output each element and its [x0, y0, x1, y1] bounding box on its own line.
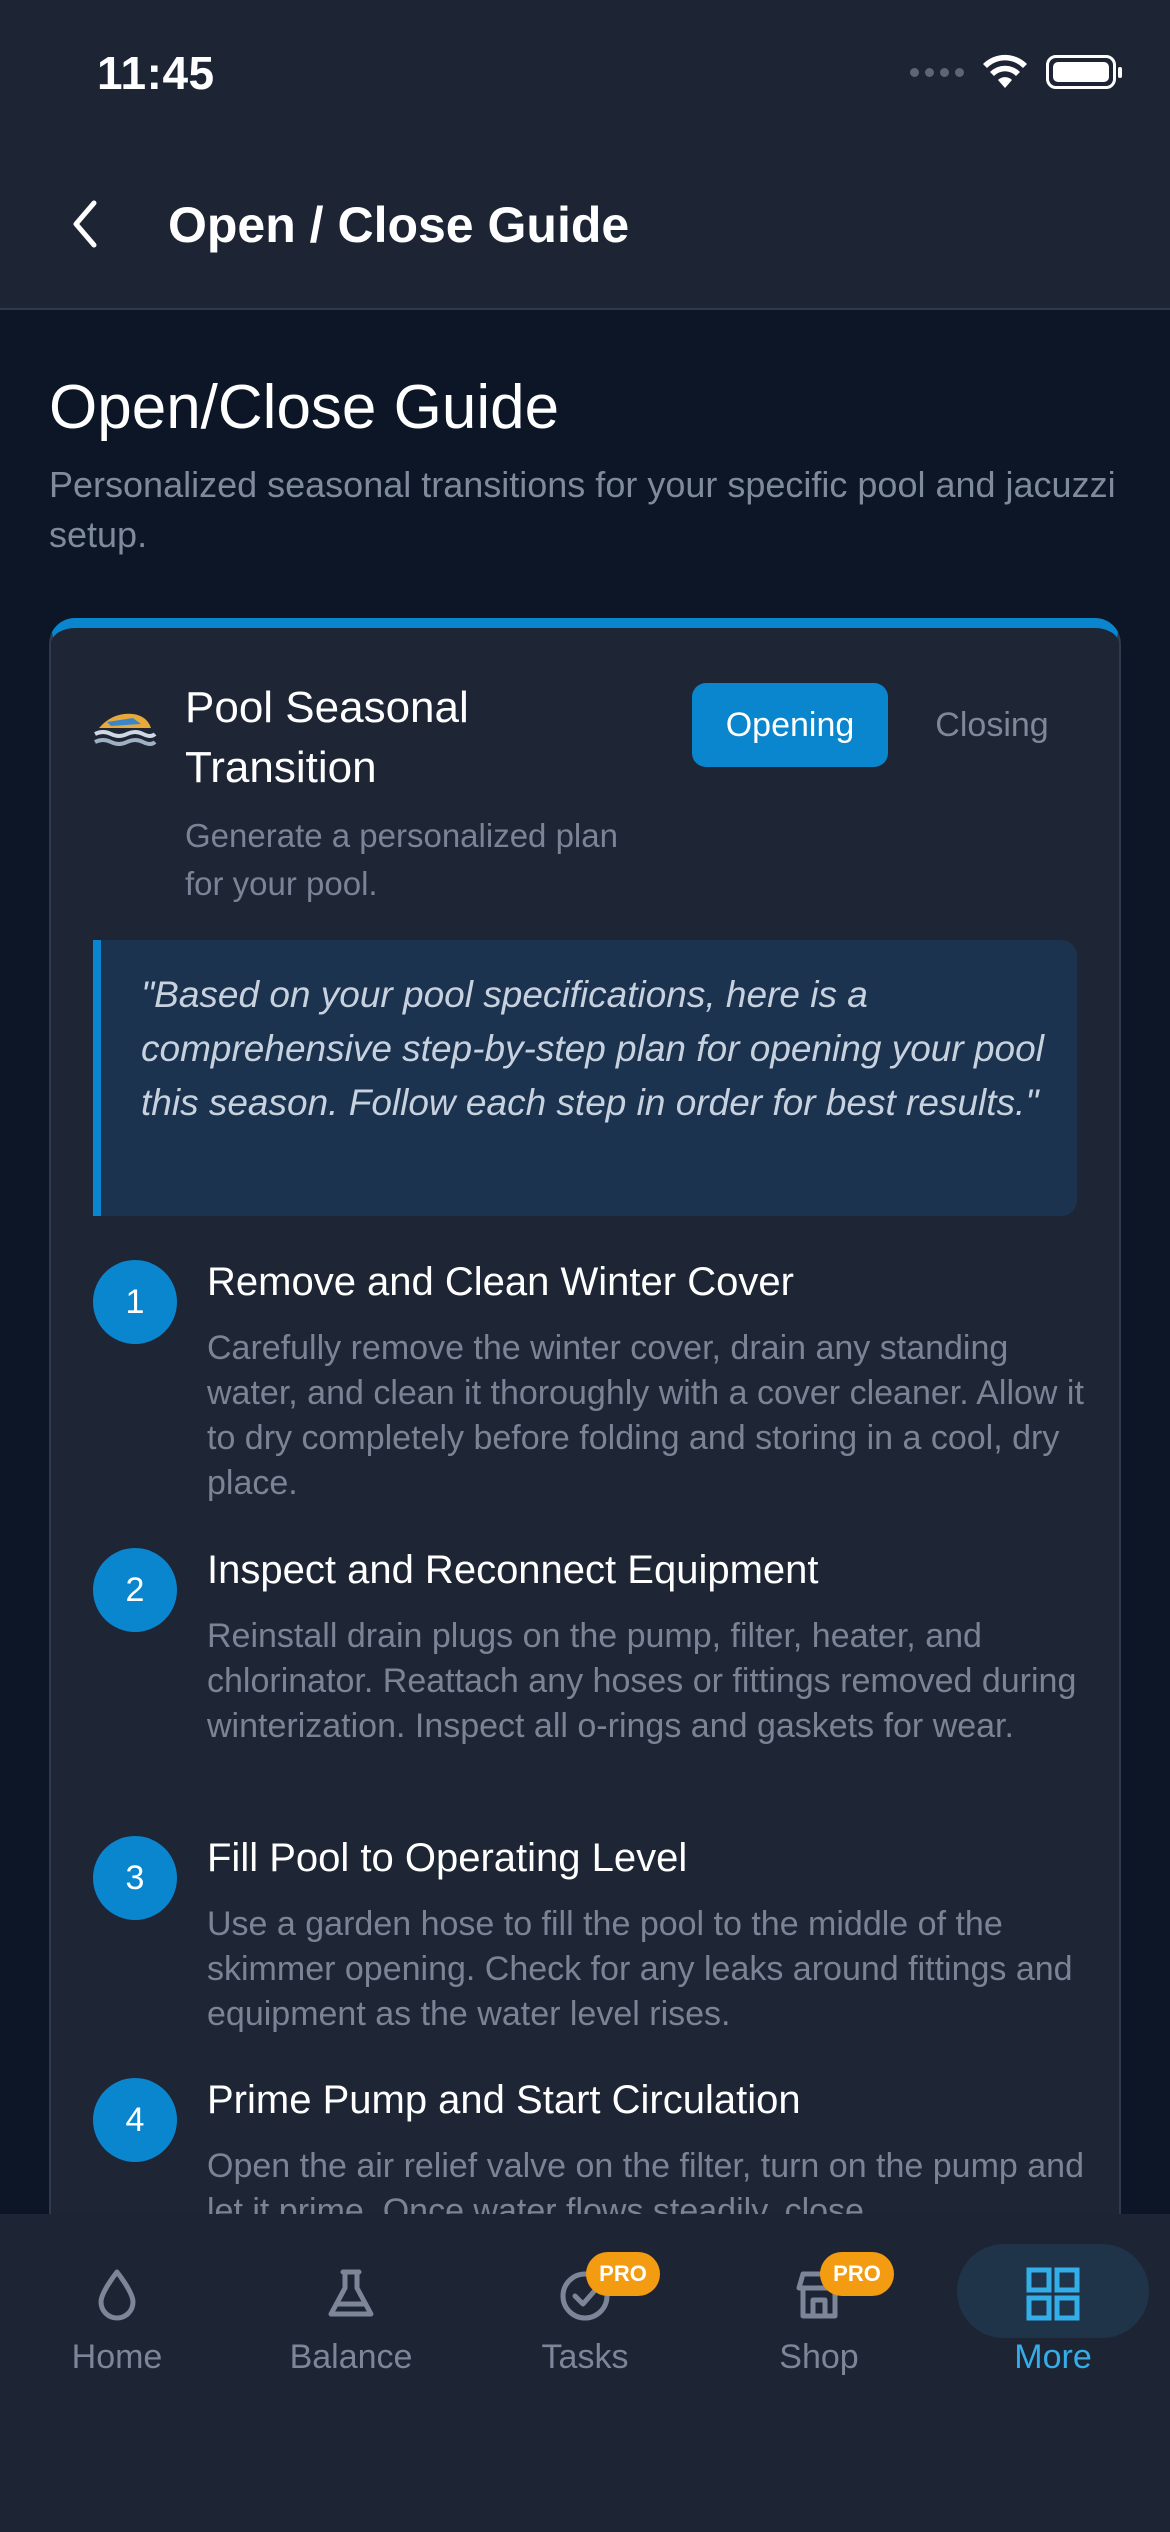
- step-description: Reinstall drain plugs on the pump, filte…: [207, 1617, 1077, 1745]
- main-content[interactable]: Open/Close Guide Personalized seasonal t…: [0, 312, 1170, 2214]
- pro-badge: PRO: [586, 2252, 660, 2296]
- nav-label: Tasks: [541, 2338, 629, 2376]
- step-number-badge: 1: [93, 1260, 177, 1344]
- card-title: Pool Seasonal Transition: [185, 683, 469, 792]
- nav-label: Balance: [289, 2338, 413, 2376]
- step-title: Inspect and Reconnect Equipment: [207, 1548, 819, 1592]
- step-title: Fill Pool to Operating Level: [207, 1836, 688, 1880]
- closing-tab[interactable]: Closing: [902, 683, 1082, 767]
- back-button[interactable]: [60, 192, 110, 256]
- nav-balance[interactable]: Balance: [246, 2256, 456, 2382]
- mode-toggle: Opening Closing: [692, 683, 1082, 767]
- step-description: Use a garden hose to fill the pool to th…: [207, 1905, 1073, 2033]
- nav-label: Home: [71, 2338, 163, 2376]
- grid-icon: [1026, 2267, 1080, 2321]
- status-time: 11:45: [97, 47, 215, 99]
- plan-intro-quote: "Based on your pool specifications, here…: [93, 940, 1077, 1216]
- cellular-signal-icon: [910, 67, 964, 77]
- opening-tab[interactable]: Opening: [692, 683, 888, 767]
- top-bar: 11:45 Open / Close Guide: [0, 0, 1170, 310]
- drop-icon: [98, 2269, 136, 2321]
- step-description: Carefully remove the winter cover, drain…: [207, 1329, 1084, 1502]
- nav-label: Shop: [779, 2338, 859, 2376]
- wifi-icon: [983, 54, 1027, 88]
- battery-icon: [1046, 55, 1122, 89]
- header-title: Open / Close Guide: [168, 197, 630, 253]
- page-subtitle: Personalized seasonal transitions for yo…: [49, 464, 1116, 555]
- step-description: Open the air relief valve on the filter,…: [207, 2147, 1084, 2214]
- nav-tasks[interactable]: Tasks PRO: [480, 2252, 690, 2382]
- nav-home[interactable]: Home: [12, 2256, 222, 2382]
- step-number-badge: 4: [93, 2078, 177, 2162]
- step-number-badge: 2: [93, 1548, 177, 1632]
- page-title: Open/Close Guide: [49, 373, 560, 442]
- status-icons: [910, 54, 1122, 90]
- seasonal-transition-card: Pool Seasonal Transition Generate a pers…: [49, 618, 1121, 2214]
- step-title: Prime Pump and Start Circulation: [207, 2078, 801, 2122]
- step-title: Remove and Clean Winter Cover: [207, 1260, 794, 1304]
- card-subtitle: Generate a personalized plan for your po…: [185, 817, 618, 902]
- flask-icon: [328, 2269, 374, 2317]
- nav-label: More: [1014, 2338, 1092, 2376]
- nav-shop[interactable]: Shop PRO: [714, 2252, 924, 2382]
- nav-more[interactable]: More: [948, 2256, 1158, 2382]
- bottom-nav: Home Balance Tasks PRO Shop PRO More: [0, 2214, 1170, 2532]
- chevron-left-icon: [73, 200, 97, 248]
- pro-badge: PRO: [820, 2252, 894, 2296]
- pool-icon: [94, 713, 157, 746]
- step-number-badge: 3: [93, 1836, 177, 1920]
